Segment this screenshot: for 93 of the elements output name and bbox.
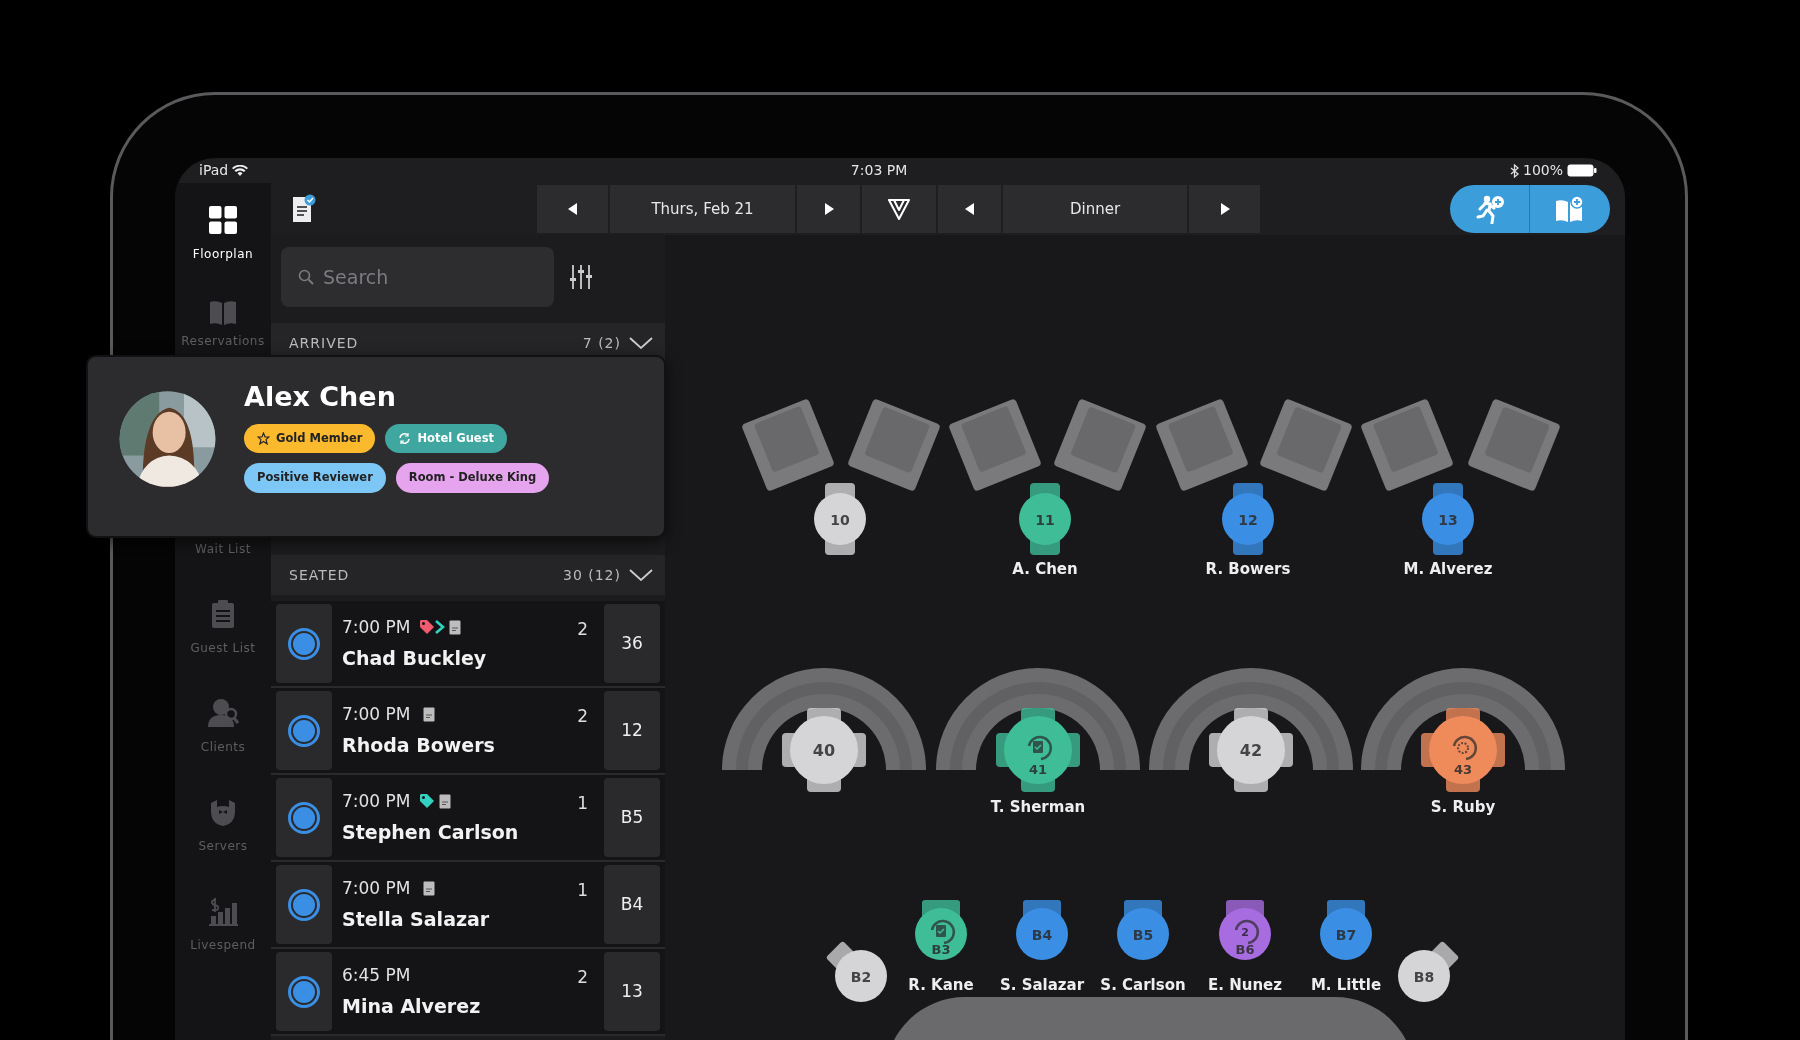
reservation-time: 6:45 PM [342,963,411,987]
guest-label: S. Ruby [1430,797,1496,818]
status-ring-icon [287,974,321,1009]
sidebar-tab[interactable]: Livespend [175,896,271,954]
guest-label: A. Chen [1012,559,1078,580]
guest-label: R. Kane [908,975,974,996]
sidebar-tab[interactable]: Servers [175,797,271,855]
guest-label: E. Nunez [1208,975,1282,996]
status-button[interactable] [276,952,332,1031]
checklist-icon [291,194,317,224]
guest-tag: Gold Member [244,424,376,454]
server-icon [208,797,238,827]
guest-name: Rhoda Bowers [342,733,496,758]
status-button[interactable] [276,778,332,857]
sidebar-tab[interactable]: Floorplan [175,205,271,263]
table-number: B5 [604,778,660,857]
table-number: 13 [604,952,660,1031]
sidebar-tab[interactable]: Clients [175,698,271,756]
section-title: ARRIVED [289,333,359,353]
guest-label: R. Bowers [1205,559,1291,580]
battery-level: 100% [1522,161,1563,180]
sidebar-tab[interactable]: Reservations [175,298,271,350]
reservation-time: 7:00 PM [342,789,411,813]
refresh-icon [398,432,412,446]
table-number: 36 [604,604,660,683]
device-name: iPad [199,161,229,180]
reservation-row[interactable]: 7:00 PM Rhoda Bowers 2 12 [271,688,665,775]
chevron-down-icon [629,337,653,349]
status-ring-icon [287,626,321,661]
search-field[interactable]: Search [281,247,554,307]
add-reservation-button[interactable] [1530,185,1610,233]
table-number: 12 [604,691,660,770]
wifi-icon [232,164,249,177]
filter-settings-button[interactable] [568,264,594,290]
reservation-time: 7:00 PM [342,876,411,900]
guest-label: T. Sherman [990,797,1086,818]
status-button[interactable] [276,691,332,770]
guest-label: S. Salazar [999,975,1085,996]
chevron-down-icon [629,569,653,581]
person-search-icon [207,698,239,728]
funnel-icon [888,198,910,220]
left-arrow-icon [567,203,578,215]
bluetooth-icon [1509,163,1519,178]
status-ring-icon [287,887,321,922]
grid-icon [208,205,238,235]
guest-label: M. Little [1310,975,1382,996]
guest-tag: Hotel Guest [385,424,507,454]
date-button[interactable]: Thurs, Feb 21 [610,185,797,233]
table-number: B4 [604,865,660,944]
right-arrow-icon [1219,203,1230,215]
book-icon [208,298,238,328]
reservation-row[interactable]: 7:00 PM Chad Buckley 2 36 [271,601,665,688]
reservation-time: 7:00 PM [342,702,411,726]
section-count: 30 (12) [563,565,621,585]
add-walk-in-button[interactable] [1450,185,1530,233]
party-size: 2 [577,705,588,728]
sliders-icon [568,264,594,290]
shift-button[interactable]: Dinner [1003,185,1189,233]
reservation-row[interactable]: 7:00 PM Stephen Carlson 1 B5 [271,775,665,862]
book-plus-icon [1555,195,1585,223]
guest-name: Mina Alverez [342,994,482,1019]
chart-dollar-icon [208,896,238,926]
right-arrow-icon [823,203,834,215]
search-icon [298,269,314,285]
battery-icon [1567,164,1597,177]
guest-label: S. Carlson [1100,975,1186,996]
party-size: 2 [577,618,588,641]
status-ring-icon [287,713,321,748]
star-icon [257,432,270,446]
guest-label: M. Alverez [1403,559,1493,580]
clock: 7:03 PM [850,161,908,180]
guest-name: Stella Salazar [342,907,491,932]
walking-person-plus-icon [1474,194,1505,224]
reservation-time: 7:00 PM [342,615,411,639]
party-size: 1 [577,792,588,815]
party-size: 2 [577,966,588,989]
guest-tag: Positive Reviewer [244,463,386,493]
guest-name: Chad Buckley [342,646,488,671]
status-button[interactable] [276,604,332,683]
guest-name: Alex Chen [244,380,397,414]
guest-tag: Room - Deluxe King [395,463,550,493]
reservation-row[interactable]: 6:45 PM Mina Alverez 2 13 [271,949,665,1036]
section-title: SEATED [289,565,350,585]
sidebar-tab[interactable]: Wait List [175,540,271,558]
status-button[interactable] [276,865,332,944]
left-arrow-icon [964,203,975,215]
status-ring-icon [287,800,321,835]
sidebar-tab[interactable]: Guest List [175,599,271,657]
party-size: 1 [577,879,588,902]
guest-name: Stephen Carlson [342,820,520,845]
reservation-row[interactable]: 7:00 PM Stella Salazar 1 B4 [271,862,665,949]
filter-button[interactable] [862,185,938,233]
section-count: 7 (2) [582,333,621,353]
